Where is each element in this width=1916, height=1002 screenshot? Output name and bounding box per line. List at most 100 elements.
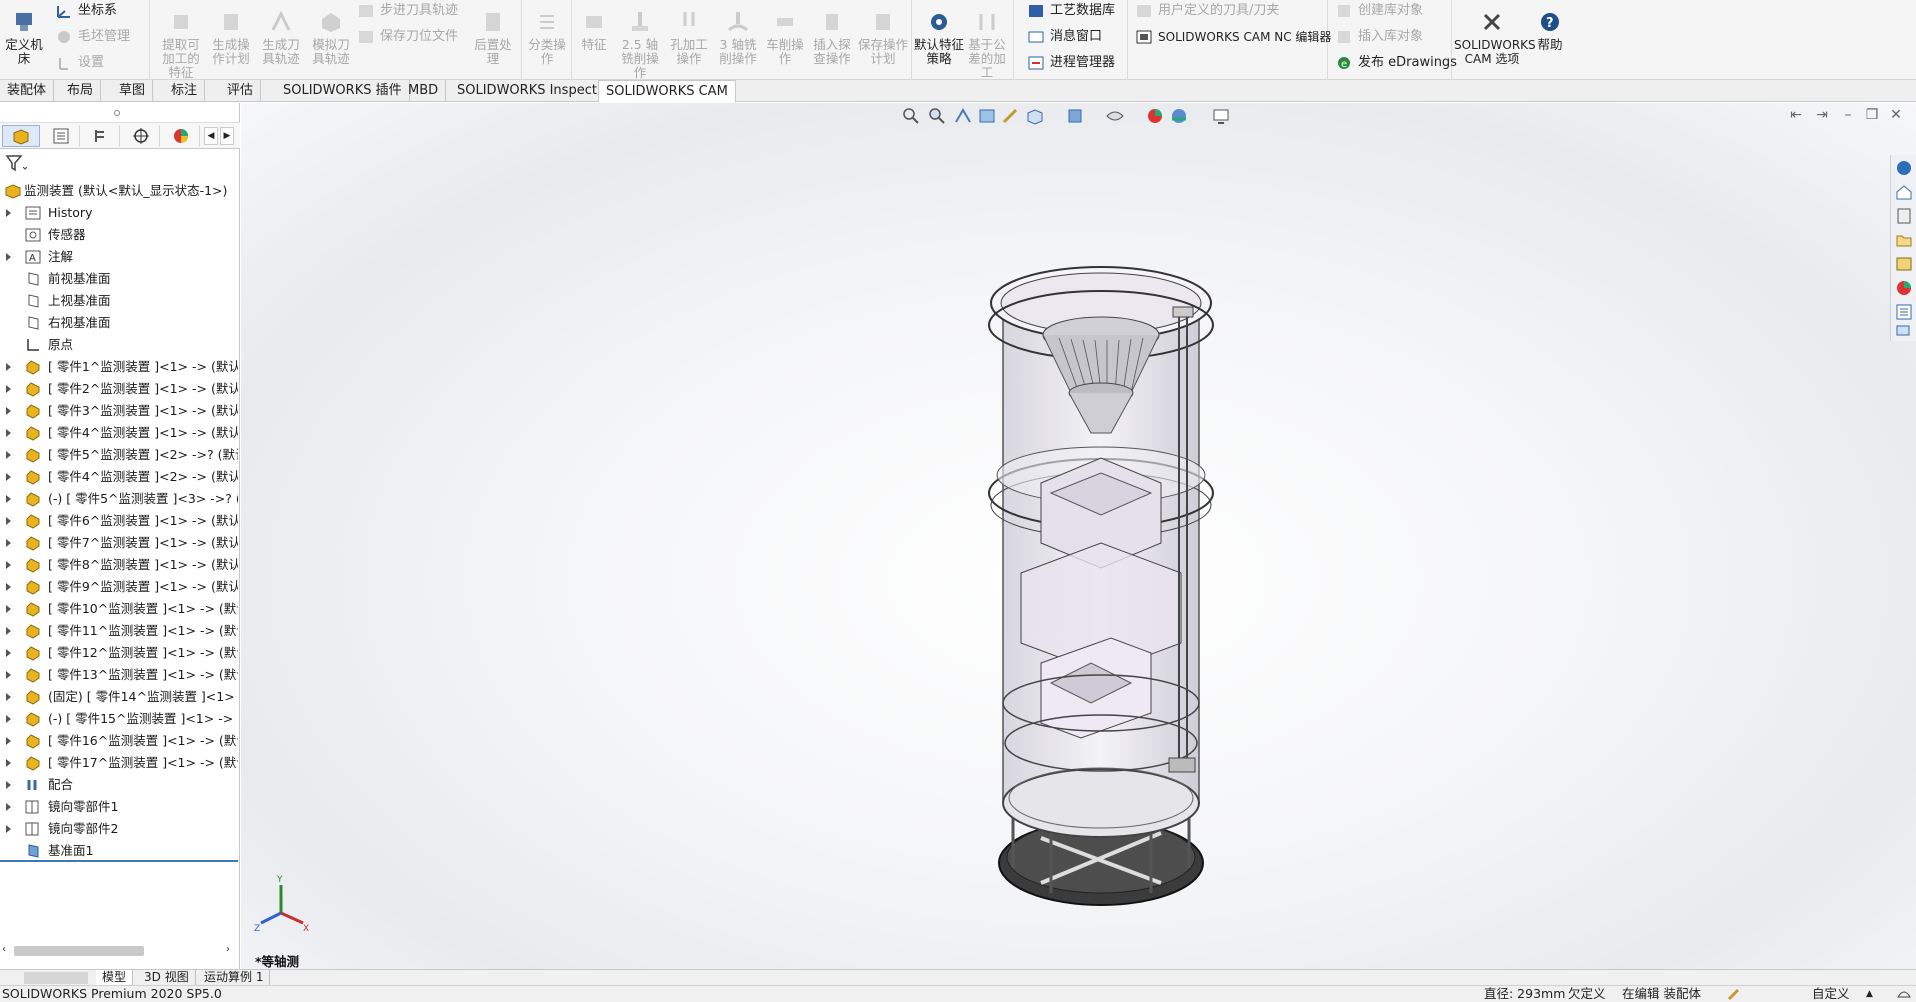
tab-motion-study[interactable]: 运动算例 1	[198, 970, 271, 986]
expand-arrow-icon[interactable]	[6, 627, 11, 635]
tolerance-machining-button[interactable]: 基于公差的加工	[964, 4, 1010, 80]
process-manager-button[interactable]: 进程管理器	[1024, 52, 1115, 74]
settings-button[interactable]: 设置	[52, 52, 104, 74]
tree-item[interactable]: [ 零件13^监测装置 ]<1> -> (默认<	[0, 664, 238, 686]
tile-left-icon[interactable]: ⇤	[1788, 107, 1804, 123]
scroll-thumb[interactable]	[14, 946, 144, 956]
tree-item[interactable]: [ 零件1^监测装置 ]<1> -> (默认<	[0, 356, 238, 378]
tree-item[interactable]: [ 零件2^监测装置 ]<1> -> (默认<	[0, 378, 238, 400]
tab-layout[interactable]: 布局	[60, 80, 102, 102]
expand-arrow-icon[interactable]	[6, 583, 11, 591]
publish-edrawings-button[interactable]: e 发布 eDrawings	[1332, 52, 1457, 74]
rollback-bar[interactable]	[0, 860, 238, 862]
expand-arrow-icon[interactable]	[6, 737, 11, 745]
property-manager-tab[interactable]	[42, 125, 80, 147]
generate-op-plan-button[interactable]: 生成操作计划	[208, 4, 254, 76]
unit-dropdown-icon[interactable]: ▲	[1866, 986, 1873, 1002]
message-window-button[interactable]: 消息窗口	[1024, 26, 1102, 48]
close-icon[interactable]: ✕	[1888, 107, 1904, 123]
expand-arrow-icon[interactable]	[6, 803, 11, 811]
create-lib-object-button[interactable]: 创建库对象	[1332, 0, 1423, 22]
design-library-icon[interactable]	[1895, 207, 1913, 225]
expand-arrow-icon[interactable]	[6, 407, 11, 415]
previous-view-icon[interactable]	[953, 107, 973, 125]
simulate-toolpath-button[interactable]: 模拟刀具轨迹	[308, 4, 354, 76]
insert-probe-button[interactable]: 插入探查操作	[808, 4, 856, 76]
configuration-manager-tab[interactable]	[82, 125, 120, 147]
tree-item[interactable]: (固定) [ 零件14^监测装置 ]<1> -> (默	[0, 686, 238, 708]
expand-arrow-icon[interactable]	[6, 561, 11, 569]
mill-25-axis-button[interactable]: 2.5 轴铣削操作	[616, 4, 664, 80]
tab-markup[interactable]: 标注	[164, 80, 206, 102]
tree-item[interactable]: [ 零件4^监测装置 ]<1> -> (默认<	[0, 422, 238, 444]
tree-item[interactable]: [ 零件17^监测装置 ]<1> -> (默认<	[0, 752, 238, 774]
tab-scroll-left-button[interactable]: ◀	[204, 127, 218, 145]
tree-item[interactable]: [ 零件3^监测装置 ]<1> -> (默认<	[0, 400, 238, 422]
zoom-area-icon[interactable]	[927, 107, 947, 125]
save-cl-file-button[interactable]: 保存刀位文件	[354, 26, 458, 48]
extract-features-button[interactable]: 提取可加工的特征	[158, 4, 204, 80]
section-view-icon[interactable]	[977, 107, 997, 125]
tab-sketch[interactable]: 草图	[112, 80, 154, 102]
expand-arrow-icon[interactable]	[6, 781, 11, 789]
expand-arrow-icon[interactable]	[6, 517, 11, 525]
tree-item[interactable]: 右视基准面	[0, 312, 238, 334]
dimxpert-tab[interactable]	[122, 125, 160, 147]
tree-item[interactable]: A 注解	[0, 246, 238, 268]
tree-item[interactable]: History	[0, 202, 238, 224]
expand-arrow-icon[interactable]	[6, 429, 11, 437]
tab-addins[interactable]: SOLIDWORKS 插件	[276, 80, 410, 102]
panel-splitter[interactable]	[0, 103, 240, 123]
expand-arrow-icon[interactable]	[6, 693, 11, 701]
tree-item[interactable]: (-) [ 零件5^监测装置 ]<3> ->? (默	[0, 488, 238, 510]
display-style-icon[interactable]	[1065, 107, 1085, 125]
tile-right-icon[interactable]: ⇥	[1814, 107, 1830, 123]
tree-item[interactable]: 基准面1	[0, 840, 238, 862]
coordinate-system-button[interactable]: 坐标系	[52, 0, 117, 22]
custom-properties-icon[interactable]	[1895, 303, 1913, 321]
tree-item[interactable]: 原点	[0, 334, 238, 356]
tab-mbd[interactable]: MBD	[401, 80, 447, 102]
expand-arrow-icon[interactable]	[6, 715, 11, 723]
tree-item[interactable]: [ 零件9^监测装置 ]<1> -> (默认<	[0, 576, 238, 598]
edit-appearance-icon[interactable]	[1145, 107, 1165, 125]
view-palette-icon[interactable]	[1895, 255, 1913, 273]
display-manager-tab[interactable]	[162, 125, 200, 147]
rebuild-icon[interactable]	[1726, 987, 1742, 1001]
save-op-plan-button[interactable]: 保存操作计划	[858, 4, 908, 76]
help-button[interactable]: ? 帮助	[1530, 4, 1570, 76]
expand-arrow-icon[interactable]	[6, 209, 11, 217]
tree-item[interactable]: [ 零件8^监测装置 ]<1> -> (默认<	[0, 554, 238, 576]
tooltip-icon[interactable]	[1896, 987, 1912, 1001]
tab-model[interactable]: 模型	[96, 970, 134, 986]
tree-item[interactable]: [ 零件6^监测装置 ]<1> -> (默认<	[0, 510, 238, 532]
tree-item[interactable]: 配合	[0, 774, 238, 796]
tab-nav-arrows[interactable]	[24, 972, 88, 984]
tree-root[interactable]: 监测装置 (默认<默认_显示状态-1>)	[0, 180, 238, 202]
expand-arrow-icon[interactable]	[6, 253, 11, 261]
expand-arrow-icon[interactable]	[6, 363, 11, 371]
tree-item[interactable]: [ 零件11^监测装置 ]<1> -> (默认<	[0, 620, 238, 642]
tree-item[interactable]: [ 零件12^监测装置 ]<1> -> (默认<	[0, 642, 238, 664]
dynamic-annotation-icon[interactable]	[1001, 107, 1021, 125]
cam-options-button[interactable]: SOLIDWORKS CAM 选项	[1454, 4, 1536, 76]
tree-item[interactable]: (-) [ 零件15^监测装置 ]<1> -> (默	[0, 708, 238, 730]
tree-item[interactable]: [ 零件5^监测装置 ]<2> ->? (默认<	[0, 444, 238, 466]
step-toolpath-button[interactable]: 步进刀具轨迹	[354, 0, 458, 22]
expand-arrow-icon[interactable]	[6, 649, 11, 657]
horizontal-scrollbar[interactable]: ‹ ›	[0, 943, 238, 959]
scroll-right-arrow[interactable]: ›	[226, 944, 230, 955]
tab-3d-view[interactable]: 3D 视图	[138, 970, 196, 986]
view-orientation-icon[interactable]	[1025, 107, 1045, 125]
tab-evaluate[interactable]: 评估	[220, 80, 262, 102]
define-machine-button[interactable]: 定义机床	[0, 4, 48, 76]
tree-item[interactable]: [ 零件4^监测装置 ]<2> -> (默认<	[0, 466, 238, 488]
tree-item[interactable]: 上视基准面	[0, 290, 238, 312]
tree-item[interactable]: 传感器	[0, 224, 238, 246]
tab-scroll-right-button[interactable]: ▶	[220, 127, 234, 145]
expand-arrow-icon[interactable]	[6, 473, 11, 481]
apply-scene-icon[interactable]	[1169, 107, 1189, 125]
nc-editor-button[interactable]: SOLIDWORKS CAM NC 编辑器	[1132, 26, 1331, 48]
expand-arrow-icon[interactable]	[6, 385, 11, 393]
home-icon[interactable]	[1895, 183, 1913, 201]
